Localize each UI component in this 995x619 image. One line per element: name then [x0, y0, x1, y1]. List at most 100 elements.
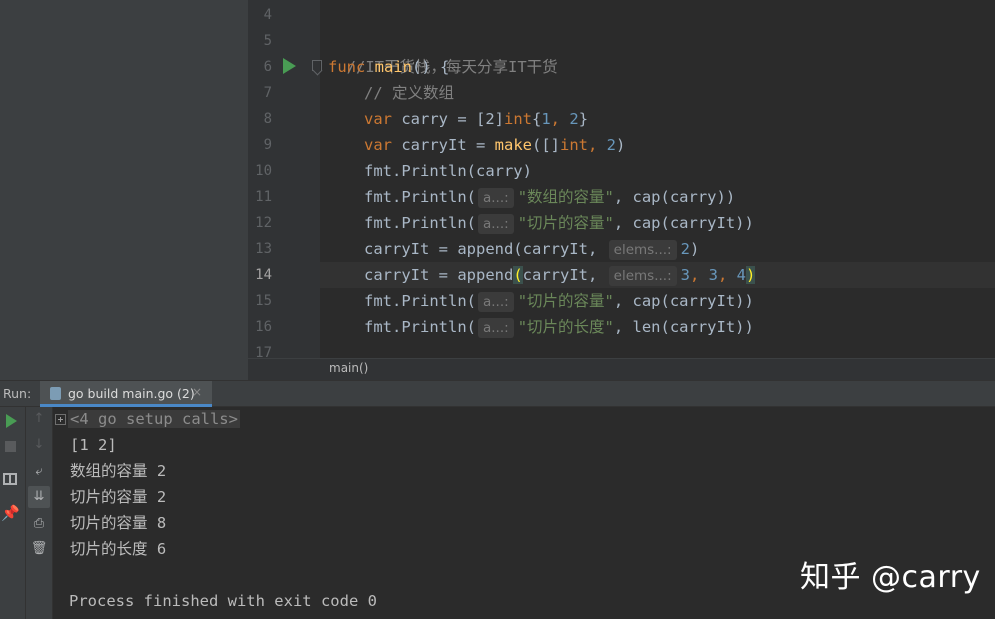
- code-line-11: fmt.Println(a...: "数组的容量", cap(carry)): [364, 184, 735, 210]
- run-icon[interactable]: [6, 414, 17, 428]
- line-number: 7: [263, 85, 272, 101]
- pin-icon[interactable]: 📌: [1, 505, 20, 521]
- watermark: 知乎 @carry: [800, 560, 981, 595]
- breadcrumb[interactable]: main(): [329, 361, 368, 375]
- matched-paren: ): [746, 266, 756, 284]
- code-text: ([]: [531, 136, 560, 154]
- line-number: 11: [255, 189, 272, 205]
- number: 2: [606, 136, 616, 154]
- parameter-hint: a...:: [477, 292, 514, 312]
- keyword: var: [364, 110, 392, 128]
- console-line: [1 2]: [70, 436, 117, 454]
- parameter-hint: elems...:: [608, 266, 677, 286]
- code-line-13: carryIt = append(carryIt, elems...: 2): [364, 236, 699, 262]
- matched-paren: (: [513, 266, 523, 284]
- line-number: 15: [255, 293, 272, 309]
- comma: ,: [689, 266, 709, 284]
- line-number: 12: [255, 215, 272, 231]
- run-label: Run:: [3, 386, 32, 401]
- parameter-hint: a...:: [477, 318, 514, 338]
- code-line-14: carryIt = append(carryIt, elems...: 3, 3,…: [364, 262, 756, 288]
- soft-wrap-icon[interactable]: ⤶: [30, 464, 48, 480]
- line-number: 13: [255, 241, 272, 257]
- comma: ,: [550, 110, 570, 128]
- code-text: carryIt = append(carryIt,: [364, 240, 607, 258]
- layout-icon[interactable]: [3, 473, 17, 485]
- code-text: () {: [412, 58, 450, 76]
- setup-calls-label[interactable]: <4 go setup calls>: [68, 410, 240, 428]
- console-line: 切片的容量 2: [70, 488, 167, 506]
- scroll-to-end-icon[interactable]: ⇊: [30, 489, 48, 505]
- stop-icon[interactable]: [5, 441, 16, 452]
- line-number: 5: [263, 33, 272, 49]
- number: 2: [569, 110, 579, 128]
- line-number: 9: [263, 137, 272, 153]
- number: 1: [541, 110, 551, 128]
- number: 2: [680, 240, 690, 258]
- parameter-hint: elems...:: [608, 240, 677, 260]
- run-tab-label[interactable]: go build main.go (2): [68, 386, 195, 401]
- expand-icon[interactable]: [55, 414, 66, 425]
- code-text: ): [689, 240, 700, 258]
- code-text: , len(carryIt)): [613, 318, 754, 336]
- code-text: fmt.Println(: [364, 188, 476, 206]
- console-line: 切片的长度 6: [70, 540, 167, 558]
- console-line: 切片的容量 8: [70, 514, 167, 532]
- line-number: 10: [255, 163, 272, 179]
- line-number-current: 14: [255, 267, 272, 283]
- number: 4: [736, 266, 746, 284]
- code-text: carryIt,: [522, 266, 607, 284]
- line-number: 6: [263, 59, 272, 75]
- parameter-hint: a...:: [477, 188, 514, 208]
- go-file-icon: [50, 387, 61, 400]
- project-tool-window: [0, 0, 248, 380]
- trash-icon[interactable]: 🗑: [30, 541, 48, 557]
- code-text: carryIt = append: [364, 266, 514, 284]
- code-text: fmt.Println(carry): [364, 162, 532, 180]
- comma: ,: [587, 136, 607, 154]
- string-literal: "切片的长度": [517, 318, 614, 336]
- number: 3: [680, 266, 690, 284]
- code-text: , cap(carry)): [613, 188, 736, 206]
- code-text: }: [578, 110, 589, 128]
- function-name: main: [374, 58, 412, 76]
- line-number: 8: [263, 111, 272, 127]
- code-text: carryIt =: [392, 136, 495, 154]
- print-icon[interactable]: ⎙: [30, 516, 48, 532]
- code-line-6: func main() {: [328, 54, 449, 80]
- code-line-5: //IT干货栈，每天分享IT干货: [328, 28, 558, 76]
- code-text: carry = [2]: [392, 110, 504, 128]
- exit-message: Process finished with exit code 0: [69, 592, 377, 610]
- down-arrow-icon[interactable]: ↓: [30, 437, 48, 453]
- line-number: 4: [263, 7, 272, 23]
- code-line-12: fmt.Println(a...: "切片的容量", cap(carryIt)): [364, 210, 754, 236]
- code-text: , cap(carryIt)): [613, 214, 754, 232]
- code-line-10: fmt.Println(carry): [364, 158, 532, 184]
- keyword: func: [328, 58, 366, 76]
- close-icon[interactable]: ×: [192, 385, 202, 399]
- code-line-16: fmt.Println(a...: "切片的长度", len(carryIt)): [364, 314, 754, 340]
- string-literal: "切片的容量": [517, 292, 614, 310]
- run-gutter-icon[interactable]: [283, 58, 296, 74]
- code-text: , cap(carryIt)): [613, 292, 754, 310]
- code-text: {: [531, 110, 542, 128]
- code-line-8: var carry = [2]int{1, 2}: [364, 106, 588, 132]
- string-literal: "数组的容量": [517, 188, 614, 206]
- code-text: ): [616, 136, 626, 154]
- keyword: var: [364, 136, 392, 154]
- type: int: [503, 110, 532, 128]
- code-text: fmt.Println(: [364, 214, 476, 232]
- comma: ,: [717, 266, 737, 284]
- line-number: 16: [255, 319, 272, 335]
- up-arrow-icon[interactable]: ↑: [30, 411, 48, 427]
- fold-icon[interactable]: [312, 60, 322, 71]
- code-line-15: fmt.Println(a...: "切片的容量", cap(carryIt)): [364, 288, 754, 314]
- code-text: fmt.Println(: [364, 318, 476, 336]
- string-literal: "切片的容量": [517, 214, 614, 232]
- setup-calls-fold[interactable]: <4 go setup calls>: [55, 408, 240, 430]
- console-line: 数组的容量 2: [70, 462, 167, 480]
- type: int: [559, 136, 588, 154]
- parameter-hint: a...:: [477, 214, 514, 234]
- code-line-7: // 定义数组: [364, 80, 454, 106]
- number: 3: [708, 266, 718, 284]
